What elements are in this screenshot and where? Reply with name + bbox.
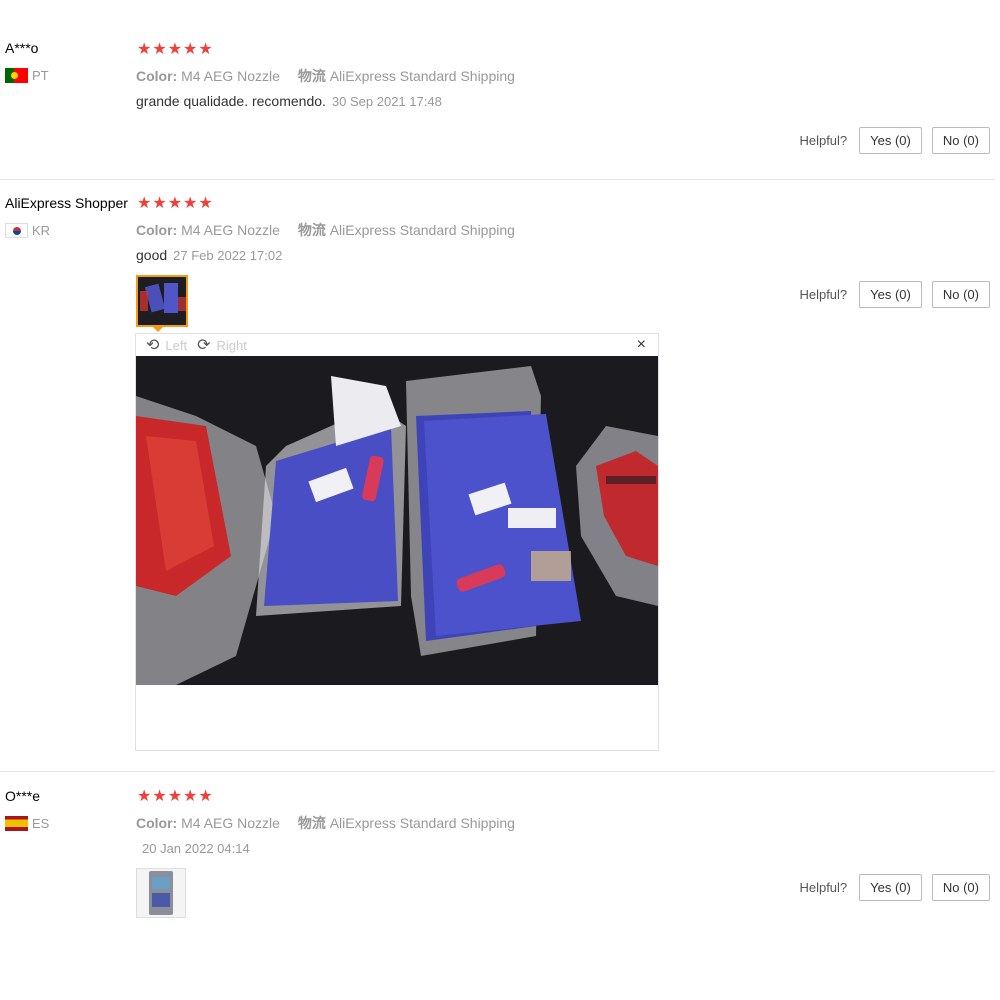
- helpful-section: Helpful? Yes (0) No (0): [799, 874, 990, 901]
- rotate-right-label: Right: [216, 337, 247, 353]
- rotate-right-icon: ⟳: [197, 337, 211, 354]
- country-code: KR: [32, 223, 51, 238]
- star-icon: ★: [152, 788, 167, 805]
- color-value: M4 AEG Nozzle: [181, 222, 280, 238]
- review-text: good: [136, 247, 168, 263]
- star-icon: ★: [167, 41, 183, 58]
- rotate-left-label: Left: [165, 337, 188, 353]
- review-text: grande qualidade. recomendo.: [136, 93, 326, 109]
- review-date: 20 Jan 2022 04:14: [142, 841, 250, 856]
- star-icon: ★: [198, 41, 213, 58]
- star-icon: ★: [183, 195, 198, 212]
- order-info: Color: M4 AEG Nozzle 物流 AliExpress Stand…: [136, 66, 515, 86]
- reviewer-country: ES: [5, 816, 49, 831]
- helpful-label: Helpful?: [799, 880, 848, 895]
- helpful-no-button[interactable]: No (0): [931, 281, 990, 308]
- reviewer-country: PT: [5, 68, 49, 83]
- shipping-value: AliExpress Standard Shipping: [329, 68, 515, 84]
- star-icon: ★: [152, 41, 167, 58]
- star-icon: ★: [137, 195, 152, 212]
- color-value: M4 AEG Nozzle: [181, 815, 280, 831]
- helpful-yes-button[interactable]: Yes (0): [859, 127, 922, 154]
- helpful-no-button[interactable]: No (0): [931, 127, 990, 154]
- review-photo-thumbnail[interactable]: [136, 868, 186, 918]
- divider: [0, 179, 995, 180]
- thumbnail-image: [137, 869, 185, 917]
- helpful-yes-button[interactable]: Yes (0): [859, 281, 922, 308]
- shipping-value: AliExpress Standard Shipping: [329, 222, 515, 238]
- color-value: M4 AEG Nozzle: [181, 68, 280, 84]
- star-icon: ★: [198, 195, 213, 212]
- spain-flag-icon: [5, 816, 28, 831]
- star-icon: ★: [137, 788, 152, 805]
- divider: [0, 771, 995, 772]
- rotate-left-button[interactable]: ⟲ Left: [146, 335, 187, 355]
- color-label: Color:: [136, 68, 178, 84]
- review-date: 30 Sep 2021 17:48: [331, 94, 442, 109]
- shipping-value: AliExpress Standard Shipping: [329, 815, 515, 831]
- review-photo-thumbnail[interactable]: [136, 275, 188, 327]
- color-label: Color:: [136, 222, 178, 238]
- shipping-label: 物流: [297, 68, 326, 84]
- reviewer-name: O***e: [5, 788, 41, 804]
- helpful-section: Helpful? Yes (0) No (0): [799, 127, 990, 154]
- thumbnail-pointer: [152, 326, 164, 332]
- star-icon: ★: [183, 41, 198, 58]
- shipping-label: 物流: [297, 815, 326, 831]
- thumbnail-image: [138, 277, 186, 325]
- helpful-section: Helpful? Yes (0) No (0): [799, 281, 990, 308]
- country-code: ES: [32, 816, 50, 831]
- star-icon: ★: [167, 788, 183, 805]
- color-label: Color:: [136, 815, 178, 831]
- rotate-right-button[interactable]: ⟳ Right: [197, 335, 247, 355]
- star-rating: ★ ★ ★ ★ ★: [137, 196, 213, 212]
- star-icon: ★: [137, 41, 152, 58]
- reviewer-name: AliExpress Shopper: [5, 195, 128, 211]
- review-photo: [136, 356, 658, 685]
- korea-flag-icon: [5, 223, 28, 238]
- review-body: 20 Jan 2022 04:14: [136, 840, 250, 856]
- image-viewer: ⟲ Left ⟳ Right ×: [135, 333, 659, 751]
- star-icon: ★: [152, 195, 167, 212]
- order-info: Color: M4 AEG Nozzle 物流 AliExpress Stand…: [136, 220, 515, 240]
- helpful-no-button[interactable]: No (0): [931, 874, 990, 901]
- helpful-label: Helpful?: [799, 287, 848, 302]
- star-icon: ★: [167, 195, 183, 212]
- portugal-flag-icon: [5, 68, 28, 83]
- review-body: good 27 Feb 2022 17:02: [136, 247, 282, 263]
- review-date: 27 Feb 2022 17:02: [173, 248, 283, 263]
- helpful-label: Helpful?: [799, 133, 848, 148]
- close-icon[interactable]: ×: [637, 336, 646, 354]
- helpful-yes-button[interactable]: Yes (0): [859, 874, 922, 901]
- star-icon: ★: [198, 788, 213, 805]
- viewer-toolbar: ⟲ Left ⟳ Right: [136, 334, 658, 356]
- star-icon: ★: [183, 788, 198, 805]
- shipping-label: 物流: [297, 222, 326, 238]
- reviewer-country: KR: [5, 223, 50, 238]
- rotate-left-icon: ⟲: [146, 337, 160, 354]
- reviewer-name: A***o: [5, 40, 39, 56]
- order-info: Color: M4 AEG Nozzle 物流 AliExpress Stand…: [136, 813, 515, 833]
- star-rating: ★ ★ ★ ★ ★: [137, 789, 213, 805]
- review-body: grande qualidade. recomendo. 30 Sep 2021 …: [136, 93, 442, 109]
- country-code: PT: [32, 68, 49, 83]
- star-rating: ★ ★ ★ ★ ★: [137, 42, 213, 58]
